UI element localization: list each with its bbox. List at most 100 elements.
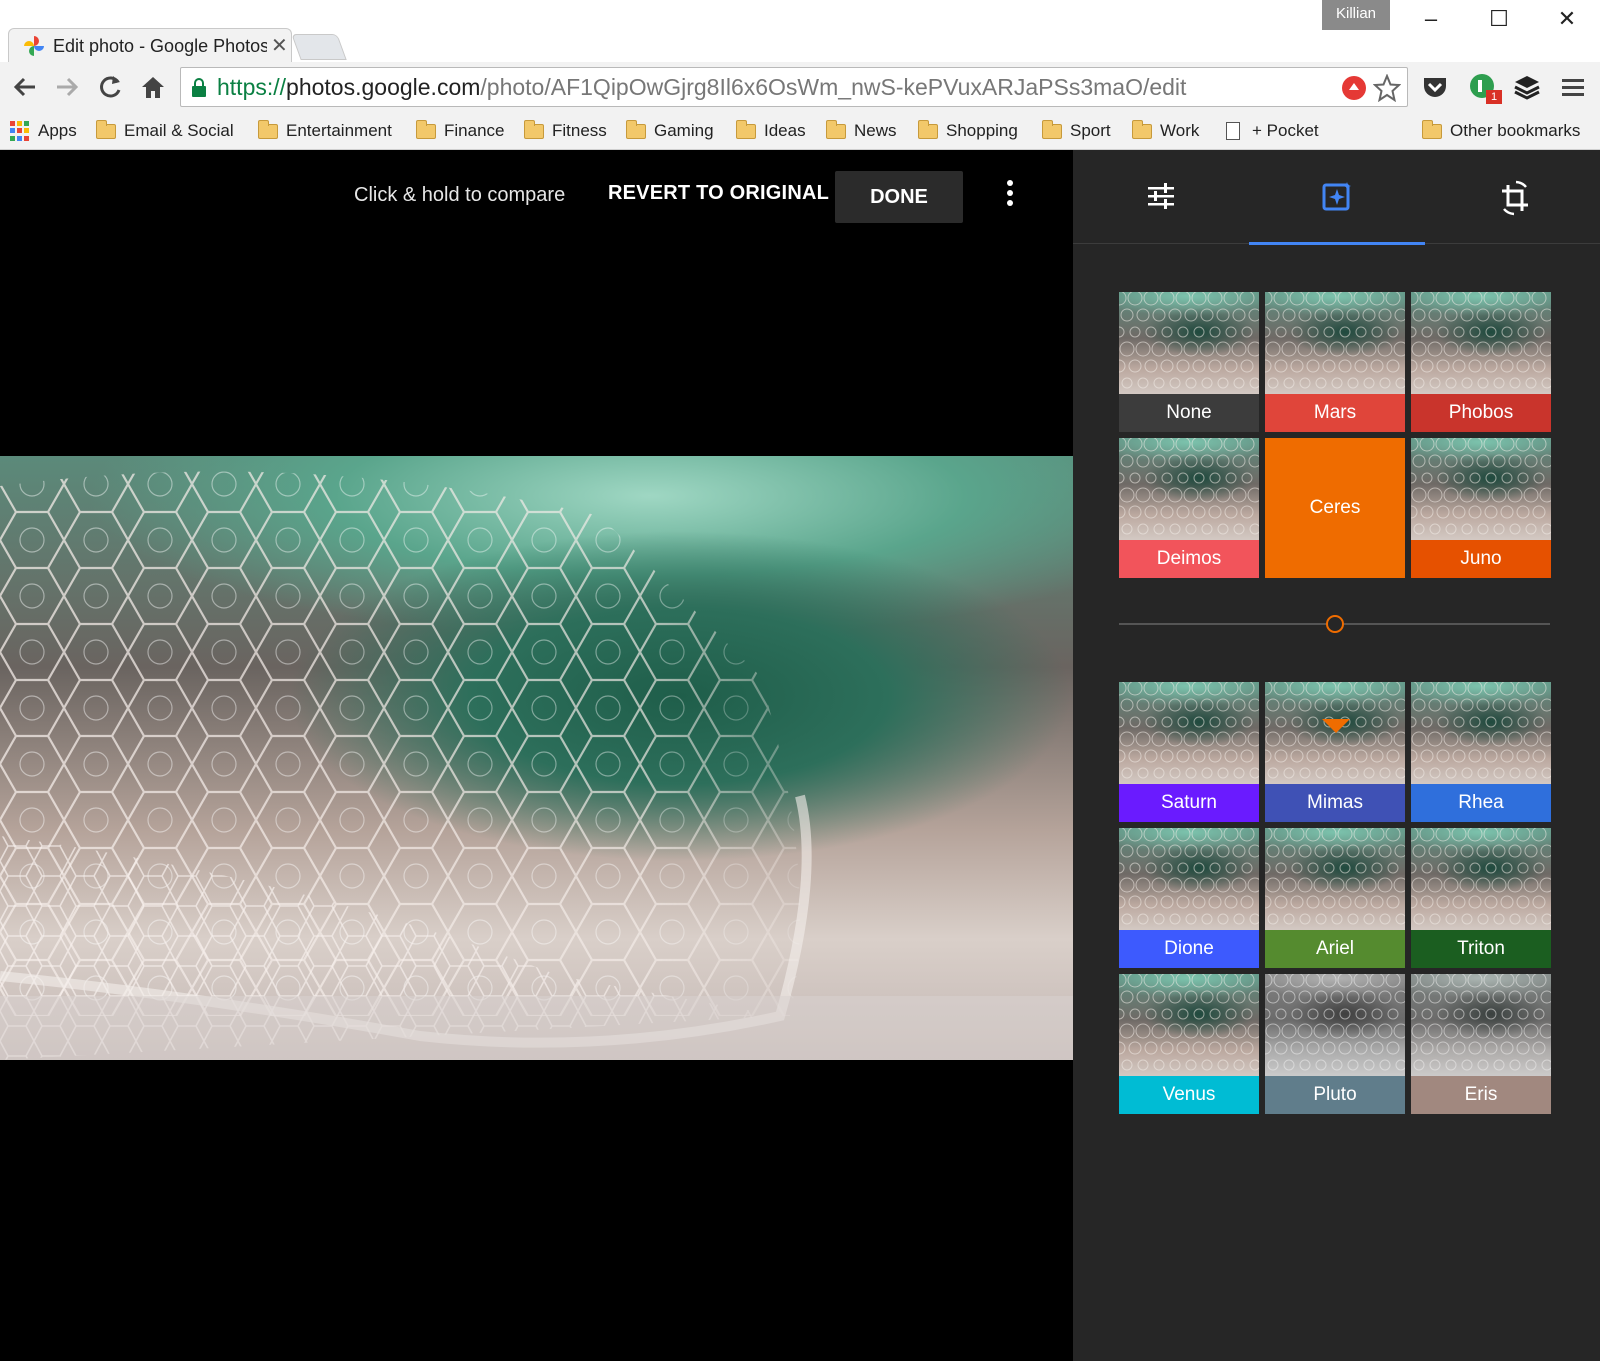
photo-preview[interactable] <box>0 456 1073 1060</box>
filter-tile-venus[interactable]: Venus <box>1119 974 1259 1114</box>
bubble <box>1354 749 1368 763</box>
intensity-slider[interactable] <box>1119 614 1550 634</box>
bubble <box>1453 472 1465 484</box>
other-bookmarks[interactable]: Other bookmarks <box>1422 118 1580 144</box>
filter-tile-phobos[interactable]: Phobos <box>1411 292 1551 432</box>
thumbnail-bubbles <box>1119 974 1259 1071</box>
maximize-icon[interactable]: ☐ <box>1476 6 1522 34</box>
bubbles-texture <box>0 471 1073 1060</box>
bubble <box>1183 341 1199 357</box>
bubble <box>1201 913 1213 925</box>
bookmark-folder[interactable]: News <box>826 118 897 144</box>
bubble <box>1386 1041 1400 1055</box>
filter-tile-ariel[interactable]: Ariel <box>1265 828 1405 968</box>
bubble <box>1539 341 1551 357</box>
bubble <box>1241 1008 1253 1020</box>
forward-arrow-icon[interactable] <box>52 72 82 102</box>
close-window-icon[interactable]: ✕ <box>1544 6 1590 34</box>
bookmark-pocket[interactable]: + Pocket <box>1226 118 1319 144</box>
adblock-icon[interactable] <box>1341 75 1367 101</box>
bookmark-folder[interactable]: Shopping <box>918 118 1018 144</box>
bubble <box>1371 716 1383 728</box>
browser-tab[interactable]: Edit photo - Google Photos ✕ <box>8 28 292 62</box>
bubble <box>1201 1059 1213 1071</box>
bubble <box>1500 749 1514 763</box>
minimize-icon[interactable]: – <box>1408 6 1454 34</box>
bubble <box>1152 844 1166 858</box>
thumbnail-bubbles <box>1265 292 1405 389</box>
bubble <box>1119 682 1127 696</box>
filter-tile-rhea[interactable]: Rhea <box>1411 682 1551 822</box>
bubble <box>1507 877 1523 893</box>
filter-tile-ceres[interactable]: Ceres <box>1265 438 1405 578</box>
bookmark-folder[interactable]: Email & Social <box>96 118 234 144</box>
url-path: /photo/AF1QipOwGjrg8Il6x6OsWm_nwS-kePVux… <box>480 74 1187 100</box>
close-tab-icon[interactable]: ✕ <box>271 33 288 58</box>
bubble <box>1524 990 1538 1004</box>
bubble <box>1330 308 1344 322</box>
bubble <box>1273 828 1289 842</box>
tab-adjust[interactable] <box>1073 150 1249 244</box>
bookmark-label: Gaming <box>654 121 714 140</box>
bubble <box>1193 716 1205 728</box>
bookmark-folder[interactable]: Work <box>1132 118 1199 144</box>
bubble <box>1239 974 1255 988</box>
back-arrow-icon[interactable] <box>10 72 40 102</box>
bubble <box>1540 454 1551 468</box>
bubble <box>1477 767 1489 779</box>
bubble <box>1445 913 1457 925</box>
more-options-icon[interactable] <box>1000 180 1020 210</box>
chrome-menu-icon[interactable] <box>1558 72 1588 102</box>
filter-tile-juno[interactable]: Juno <box>1411 438 1551 578</box>
bubble <box>1469 472 1481 484</box>
done-button[interactable]: DONE <box>835 171 963 223</box>
bookmark-folder[interactable]: Finance <box>416 118 504 144</box>
star-bookmark-icon[interactable] <box>1373 74 1401 102</box>
buffer-icon[interactable] <box>1512 72 1542 102</box>
bubble <box>1346 698 1360 712</box>
bubble <box>1306 749 1320 763</box>
compare-hint[interactable]: Click & hold to compare <box>354 184 565 207</box>
thumbnail-bubbles <box>1265 682 1405 779</box>
filter-tile-triton[interactable]: Triton <box>1411 828 1551 968</box>
bubble <box>1176 895 1190 909</box>
bubble <box>1152 454 1166 468</box>
filter-tile-saturn[interactable]: Saturn <box>1119 682 1259 822</box>
new-tab-button[interactable] <box>291 34 347 60</box>
bookmark-apps[interactable]: Apps <box>10 118 77 144</box>
filter-tile-eris[interactable]: Eris <box>1411 974 1551 1114</box>
filter-tile-none[interactable]: None <box>1119 292 1259 432</box>
bubble <box>1299 377 1311 389</box>
bubble <box>1484 1041 1498 1055</box>
tab-crop[interactable] <box>1425 150 1600 244</box>
home-icon[interactable] <box>138 72 168 102</box>
filter-tile-pluto[interactable]: Pluto <box>1265 974 1405 1114</box>
bookmark-folder[interactable]: Fitness <box>524 118 607 144</box>
bubble <box>1411 862 1417 874</box>
bubble <box>1395 1059 1405 1071</box>
bubble <box>1177 1008 1189 1020</box>
revert-button[interactable]: REVERT TO ORIGINAL <box>608 182 829 205</box>
filter-tile-deimos[interactable]: Deimos <box>1119 438 1259 578</box>
filter-tile-dione[interactable]: Dione <box>1119 828 1259 968</box>
bubble <box>1145 326 1157 338</box>
filter-tile-mimas[interactable]: Mimas <box>1265 682 1405 822</box>
tab-filters[interactable] <box>1249 150 1425 245</box>
bookmark-folder[interactable]: Sport <box>1042 118 1111 144</box>
profile-button[interactable]: Killian <box>1322 0 1390 30</box>
bubble <box>1207 828 1223 842</box>
bookmark-folder[interactable]: Ideas <box>736 118 806 144</box>
slider-knob[interactable] <box>1325 615 1344 633</box>
bookmark-folder[interactable]: Entertainment <box>258 118 392 144</box>
bubble <box>1135 877 1151 893</box>
address-bar[interactable]: https://photos.google.com/photo/AF1QipOw… <box>180 67 1408 107</box>
pocket-icon[interactable] <box>1420 72 1450 102</box>
bubble <box>1419 438 1435 452</box>
bubble <box>1337 828 1353 842</box>
bubble <box>1223 974 1239 988</box>
reload-icon[interactable] <box>95 72 125 102</box>
filter-thumbnail <box>1119 438 1259 540</box>
bookmark-folder[interactable]: Gaming <box>626 118 714 144</box>
bubble <box>1476 698 1490 712</box>
filter-tile-mars[interactable]: Mars <box>1265 292 1405 432</box>
